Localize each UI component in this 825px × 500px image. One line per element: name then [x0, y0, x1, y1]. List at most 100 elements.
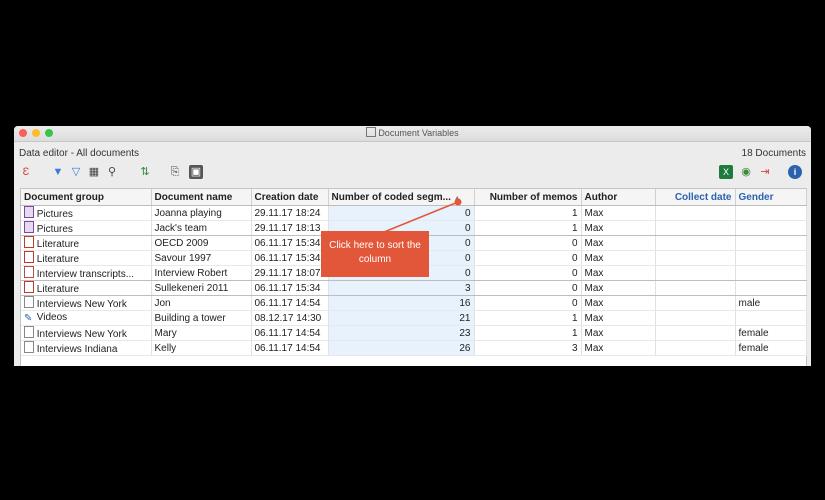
info-icon[interactable]: i [788, 165, 802, 179]
cell-creation-date[interactable]: 06.11.17 15:34 [251, 250, 329, 266]
table-row[interactable]: Literature Sullekeneri 2011 06.11.17 15:34… [21, 280, 807, 296]
cell-creation-date[interactable]: 06.11.17 14:54 [251, 325, 329, 341]
cell-gender[interactable]: male [735, 295, 807, 311]
cell-gender[interactable] [735, 205, 807, 221]
filter-icon[interactable]: ▼ [51, 165, 65, 179]
cell-document-group[interactable]: Literature [21, 280, 152, 296]
cell-author[interactable]: Max [581, 340, 656, 356]
column-header-document-name[interactable]: Document name [151, 189, 252, 206]
cell-document-group[interactable]: Literature [21, 235, 152, 251]
cell-collect-date[interactable] [655, 235, 736, 251]
cell-number-of-memos[interactable]: 0 [474, 250, 582, 266]
cell-creation-date[interactable]: 29.11.17 18:24 [251, 205, 329, 221]
cell-document-name[interactable]: Building a tower [151, 310, 252, 326]
cell-collect-date[interactable] [655, 205, 736, 221]
cell-document-group[interactable]: ✎ Videos [21, 310, 152, 326]
cell-document-name[interactable]: Jack's team [151, 220, 252, 236]
cell-author[interactable]: Max [581, 280, 656, 296]
cell-number-of-memos[interactable]: 0 [474, 295, 582, 311]
table-row[interactable]: Interviews Indiana Kelly 06.11.17 14:54 26 3… [21, 340, 807, 356]
cell-creation-date[interactable]: 29.11.17 18:07 [251, 265, 329, 281]
cell-gender[interactable]: female [735, 325, 807, 341]
cell-document-name[interactable]: Mary [151, 325, 252, 341]
cell-coded-segments[interactable]: 3 [328, 280, 475, 296]
cell-collect-date[interactable] [655, 295, 736, 311]
table-row[interactable]: Interviews New York Jon 06.11.17 14:54 16 0 M… [21, 295, 807, 311]
cell-author[interactable]: Max [581, 205, 656, 221]
cell-coded-segments[interactable]: 23 [328, 325, 475, 341]
cell-creation-date[interactable]: 06.11.17 14:54 [251, 340, 329, 356]
cell-document-group[interactable]: Interview transcripts... [21, 265, 152, 281]
cell-collect-date[interactable] [655, 325, 736, 341]
column-header-author[interactable]: Author [581, 189, 656, 206]
cell-document-group[interactable]: Interviews New York [21, 325, 152, 341]
copy-icon[interactable]: ⎘ [168, 165, 182, 179]
cell-number-of-memos[interactable]: 1 [474, 325, 582, 341]
cell-document-name[interactable]: Jon [151, 295, 252, 311]
cell-document-group[interactable]: Pictures [21, 220, 152, 236]
cell-document-name[interactable]: Interview Robert [151, 265, 252, 281]
cell-number-of-memos[interactable]: 1 [474, 220, 582, 236]
cell-gender[interactable]: female [735, 340, 807, 356]
cell-collect-date[interactable] [655, 265, 736, 281]
cell-creation-date[interactable]: 29.11.17 18:13 [251, 220, 329, 236]
column-header-document-group[interactable]: Document group [21, 189, 152, 206]
column-header-number-of-memos[interactable]: Number of memos [474, 189, 582, 206]
cell-collect-date[interactable] [655, 250, 736, 266]
cell-coded-segments[interactable]: 16 [328, 295, 475, 311]
cell-gender[interactable] [735, 310, 807, 326]
cell-coded-segments[interactable]: 26 [328, 340, 475, 356]
excel-export-icon[interactable]: X [719, 165, 733, 179]
cell-document-group[interactable]: Interviews New York [21, 295, 152, 311]
cell-gender[interactable] [735, 280, 807, 296]
cell-number-of-memos[interactable]: 1 [474, 205, 582, 221]
export-icon[interactable]: ⇥ [758, 165, 772, 179]
cell-collect-date[interactable] [655, 220, 736, 236]
cell-author[interactable]: Max [581, 250, 656, 266]
cell-document-name[interactable]: Joanna playing [151, 205, 252, 221]
cell-number-of-memos[interactable]: 3 [474, 340, 582, 356]
cell-number-of-memos[interactable]: 0 [474, 265, 582, 281]
cell-creation-date[interactable]: 06.11.17 14:54 [251, 295, 329, 311]
cell-author[interactable]: Max [581, 220, 656, 236]
cell-document-name[interactable]: Sullekeneri 2011 [151, 280, 252, 296]
table-row[interactable]: Interviews New York Mary 06.11.17 14:54 23 1… [21, 325, 807, 341]
table-icon[interactable]: ▦ [87, 165, 101, 179]
search-icon[interactable]: ⚲ [105, 165, 119, 179]
cell-gender[interactable] [735, 250, 807, 266]
cell-document-name[interactable]: Savour 1997 [151, 250, 252, 266]
cell-author[interactable]: Max [581, 295, 656, 311]
cell-number-of-memos[interactable]: 0 [474, 235, 582, 251]
cell-author[interactable]: Max [581, 265, 656, 281]
column-header-collect-date[interactable]: Collect date [655, 189, 736, 206]
cell-gender[interactable] [735, 265, 807, 281]
cell-document-group[interactable]: Interviews Indiana [21, 340, 152, 356]
cell-collect-date[interactable] [655, 310, 736, 326]
cell-collect-date[interactable] [655, 340, 736, 356]
cell-document-group[interactable]: Pictures [21, 205, 152, 221]
cell-number-of-memos[interactable]: 0 [474, 280, 582, 296]
cell-gender[interactable] [735, 235, 807, 251]
sort-icon[interactable]: ⇅ [138, 165, 152, 179]
cell-document-group[interactable]: Literature [21, 250, 152, 266]
filter-clear-icon[interactable]: ▽ [69, 165, 83, 179]
cell-coded-segments[interactable]: 21 [328, 310, 475, 326]
cell-author[interactable]: Max [581, 325, 656, 341]
cell-collect-date[interactable] [655, 280, 736, 296]
cell-coded-segments[interactable]: 0 [328, 205, 475, 221]
cell-creation-date[interactable]: 06.11.17 15:34 [251, 235, 329, 251]
variable-list-icon[interactable]: Ɛ [19, 165, 33, 179]
column-header-gender[interactable]: Gender [735, 189, 807, 206]
table-row[interactable]: Pictures Joanna playing 29.11.17 18:24 0 1 Ma… [21, 205, 807, 221]
cell-author[interactable]: Max [581, 235, 656, 251]
cell-creation-date[interactable]: 06.11.17 15:34 [251, 280, 329, 296]
column-header-coded-segments[interactable]: Number of coded segm... ▲ [328, 189, 475, 206]
column-header-creation-date[interactable]: Creation date [251, 189, 329, 206]
cell-gender[interactable] [735, 220, 807, 236]
cell-author[interactable]: Max [581, 310, 656, 326]
cell-creation-date[interactable]: 08.12.17 14:30 [251, 310, 329, 326]
cell-document-name[interactable]: Kelly [151, 340, 252, 356]
web-export-icon[interactable]: ◉ [739, 165, 753, 179]
table-row[interactable]: ✎ Videos Building a tower 08.12.17 14:30 21… [21, 310, 807, 326]
cell-document-name[interactable]: OECD 2009 [151, 235, 252, 251]
